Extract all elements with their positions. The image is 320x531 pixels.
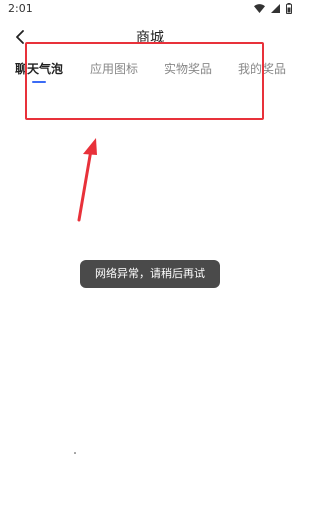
annotation-arrow xyxy=(77,138,97,222)
app-screen: 2:01 商城 聊天气泡 应用图标 实物奖品 我的奖品 网络异常，请稍后再试 xyxy=(0,0,300,531)
status-bar: 2:01 xyxy=(0,0,300,18)
status-icons xyxy=(254,3,292,14)
signal-icon xyxy=(271,4,280,13)
annotation-highlight-box xyxy=(25,42,264,120)
wifi-icon xyxy=(254,4,265,13)
toast-message: 网络异常，请稍后再试 xyxy=(80,260,220,288)
battery-icon xyxy=(286,3,292,14)
stray-dot xyxy=(74,452,76,454)
status-time: 2:01 xyxy=(8,2,33,15)
